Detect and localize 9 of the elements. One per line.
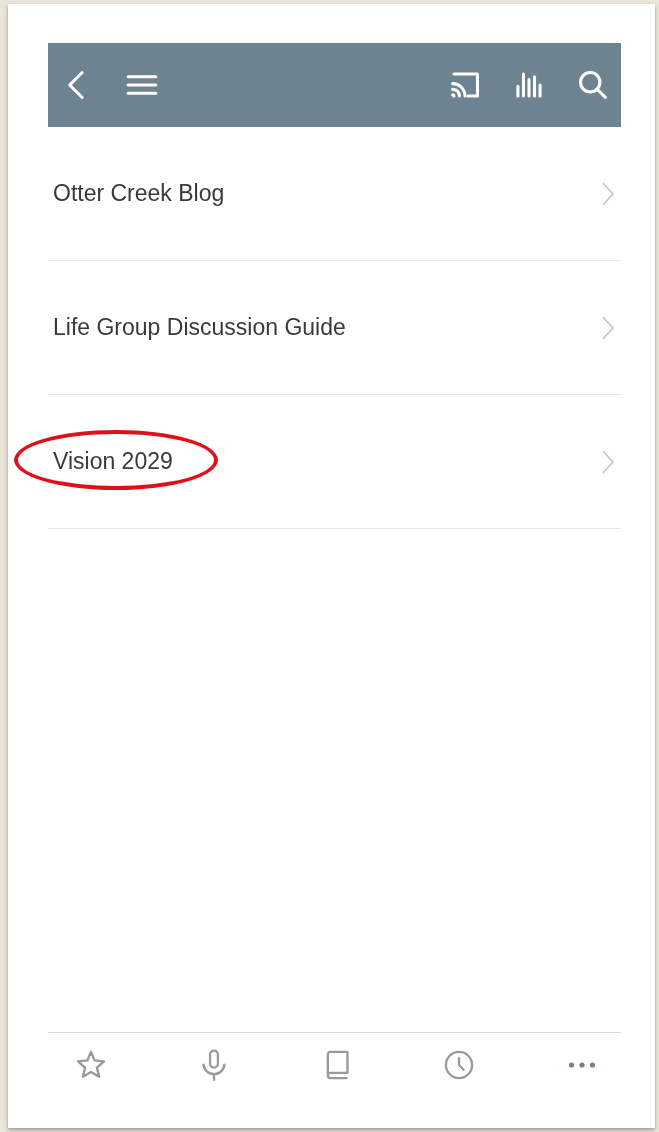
chevron-icon bbox=[601, 314, 615, 341]
item-label: Vision 2029 bbox=[53, 448, 173, 475]
list-item[interactable]: Otter Creek Blog bbox=[48, 127, 621, 261]
chevron-icon bbox=[601, 180, 615, 207]
chevron-icon bbox=[601, 448, 615, 475]
list-item[interactable]: Life Group Discussion Guide bbox=[48, 261, 621, 395]
item-label: Life Group Discussion Guide bbox=[53, 314, 346, 341]
item-label: Otter Creek Blog bbox=[53, 180, 225, 207]
list-item[interactable]: Vision 2029 bbox=[48, 395, 621, 529]
